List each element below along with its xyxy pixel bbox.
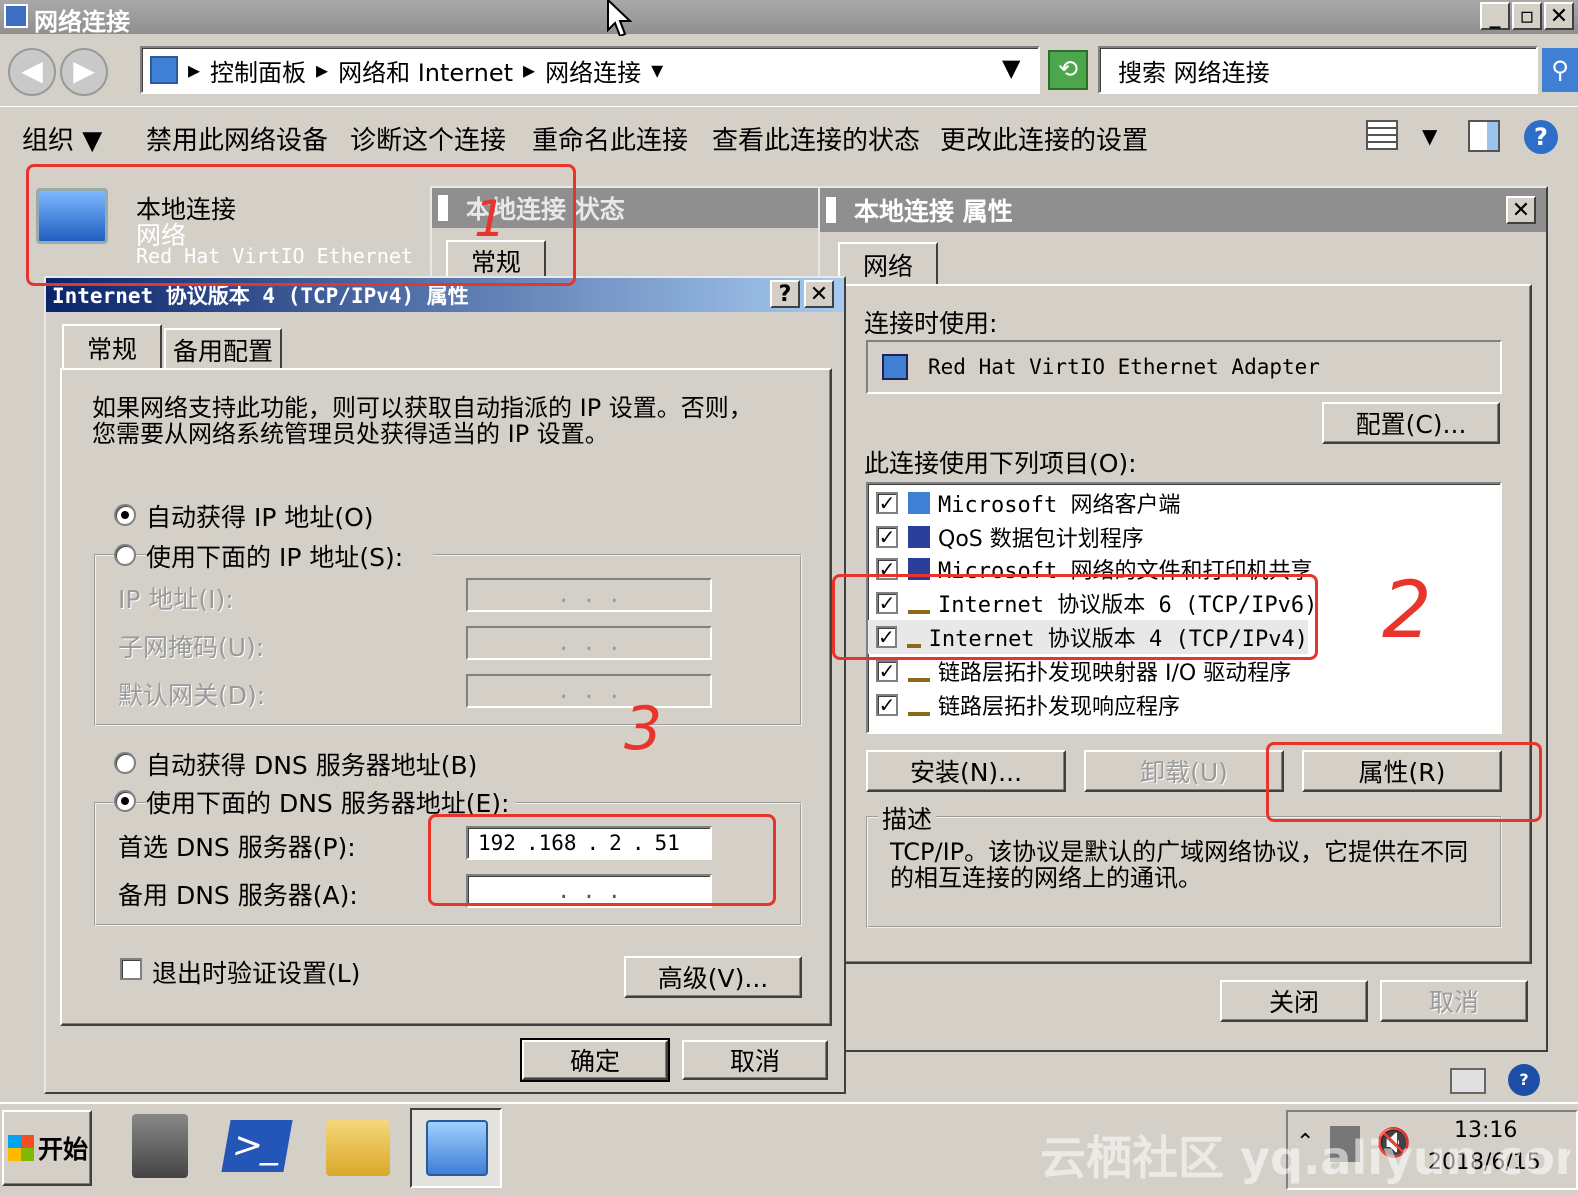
tab-network[interactable]: 网络 [838, 242, 938, 286]
search-icon[interactable]: ⚲ [1542, 48, 1578, 92]
advanced-button[interactable]: 高级(V)... [624, 956, 802, 998]
intro-line-2: 您需要从网络系统管理员处获得适当的 IP 设置。 [92, 420, 609, 448]
annotation-box-dns [428, 814, 776, 906]
qos-service-icon [908, 526, 930, 548]
properties-dialog-icon [826, 197, 836, 223]
auto-ip-radio[interactable] [114, 504, 136, 526]
auto-dns-radio[interactable] [114, 752, 136, 774]
explorer-titlebar: 网络连接 _ ▫ ✕ [0, 0, 1578, 36]
back-button[interactable]: ◀ [8, 48, 56, 96]
configure-button[interactable]: 配置(C)... [1322, 402, 1500, 444]
keyboard-icon[interactable] [1450, 1068, 1486, 1094]
help-button[interactable]: ? [770, 280, 800, 308]
description-line-2: 的相互连接的网络上的通讯。 [890, 864, 1202, 892]
protocol-icon [908, 694, 930, 716]
powershell-icon[interactable]: >_ [221, 1120, 293, 1172]
manual-ip-radio[interactable] [114, 544, 136, 566]
ip-address-field[interactable]: . . . [466, 578, 712, 612]
windows-logo-icon [8, 1135, 34, 1161]
rename-button[interactable]: 重命名此连接 [532, 120, 688, 157]
help-circle-icon[interactable]: ? [1508, 1064, 1540, 1096]
manual-dns-radio[interactable] [114, 790, 136, 812]
auto-ip-label[interactable]: 自动获得 IP 地址(O) [146, 498, 374, 534]
item-checkbox[interactable]: ✓ [876, 660, 898, 682]
install-button[interactable]: 安装(N)... [866, 750, 1066, 792]
item-checkbox[interactable]: ✓ [876, 694, 898, 716]
adapter-field: Red Hat VirtIO Ethernet Adapter [866, 340, 1502, 394]
ok-button[interactable]: 确定 [520, 1038, 670, 1082]
forward-button[interactable]: ▶ [60, 48, 108, 96]
properties-titlebar: 本地连接 属性 [820, 188, 1546, 232]
auto-dns-label[interactable]: 自动获得 DNS 服务器地址(B) [146, 746, 477, 782]
watermark-text: 云栖社区 yq.aliyun.com [1040, 1131, 1570, 1185]
window-title: 网络连接 [34, 8, 130, 36]
start-button[interactable]: 开始 [2, 1110, 92, 1186]
minimize-button[interactable]: _ [1480, 2, 1510, 30]
view-status-button[interactable]: 查看此连接的状态 [712, 120, 920, 157]
annotation-label-3: 3 [624, 694, 663, 764]
network-panel-icon [426, 1120, 488, 1176]
validate-checkbox[interactable] [120, 958, 142, 980]
annotation-box-2 [832, 574, 1318, 660]
gateway-label: 默认网关(D): [118, 681, 266, 710]
diagnose-button[interactable]: 诊断这个连接 [350, 120, 506, 157]
file-explorer-icon[interactable] [326, 1120, 390, 1176]
annotation-box-properties [1266, 742, 1542, 822]
ipv4-dialog: Internet 协议版本 4 (TCP/IPv4) 属性 ? ✕ 常规 备用配… [44, 276, 846, 1094]
breadcrumb-network-internet[interactable]: 网络和 Internet [338, 53, 513, 88]
ip-address-label: IP 地址(I): [118, 585, 234, 614]
preview-pane-icon[interactable] [1468, 120, 1500, 152]
subnet-mask-label: 子网掩码(U): [118, 633, 265, 662]
change-settings-button[interactable]: 更改此连接的设置 [940, 120, 1148, 157]
tab-alternate-config[interactable]: 备用配置 [164, 328, 282, 370]
control-panel-icon [150, 56, 178, 84]
network-folder-icon [4, 4, 28, 28]
gateway-field[interactable]: . . . [466, 674, 712, 708]
disable-device-button[interactable]: 禁用此网络设备 [146, 120, 328, 157]
ipv4-close-x[interactable]: ✕ [804, 280, 834, 308]
close-window-button[interactable]: ✕ [1544, 2, 1574, 30]
subnet-mask-field[interactable]: . . . [466, 626, 712, 660]
server-manager-icon[interactable] [132, 1114, 188, 1178]
annotation-label-2: 2 [1382, 566, 1432, 656]
breadcrumb-network-connections[interactable]: 网络连接 [545, 53, 641, 88]
item-checkbox[interactable]: ✓ [876, 492, 898, 514]
items-label: 此连接使用下列项目(O): [864, 449, 1137, 478]
connect-using-label: 连接时使用: [864, 309, 998, 338]
manual-ip-label[interactable]: 使用下面的 IP 地址(S): [146, 538, 434, 574]
network-client-icon [908, 492, 930, 514]
address-row: ◀ ▶ ▸ 控制面板 ▸ 网络和 Internet ▸ 网络连接 ▾ ▼ ⟲ 搜… [0, 36, 1578, 106]
protocol-icon [908, 660, 930, 682]
address-bar[interactable]: ▸ 控制面板 ▸ 网络和 Internet ▸ 网络连接 ▾ ▼ [140, 46, 1040, 94]
list-item[interactable]: ✓ Microsoft 网络客户端 [868, 486, 1180, 520]
annotation-label-1: 1 [474, 190, 506, 248]
description-label: 描述 [878, 800, 937, 836]
uninstall-button[interactable]: 卸载(U) [1084, 750, 1284, 792]
breadcrumb-control-panel[interactable]: 控制面板 [210, 53, 306, 88]
properties-close-button[interactable]: 关闭 [1220, 980, 1368, 1022]
maximize-button[interactable]: ▫ [1512, 2, 1542, 30]
list-item[interactable]: ✓ 链路层拓扑发现响应程序 [868, 688, 1180, 722]
preferred-dns-label: 首选 DNS 服务器(P): [118, 833, 356, 862]
ipv4-cancel-button[interactable]: 取消 [682, 1040, 828, 1080]
validate-label[interactable]: 退出时验证设置(L) [152, 954, 360, 990]
refresh-button[interactable]: ⟲ [1048, 50, 1088, 90]
network-connections-task[interactable] [410, 1108, 502, 1188]
organize-menu[interactable]: 组织 ▼ [22, 120, 102, 157]
adapter-icon [882, 354, 908, 380]
help-icon[interactable]: ? [1524, 120, 1558, 154]
properties-cancel-button[interactable]: 取消 [1380, 980, 1528, 1022]
address-dropdown-icon[interactable]: ▼ [1002, 54, 1020, 82]
mouse-cursor-icon [607, 0, 632, 38]
item-checkbox[interactable]: ✓ [876, 526, 898, 548]
tab-general[interactable]: 常规 [62, 324, 162, 370]
alternate-dns-label: 备用 DNS 服务器(A): [118, 881, 358, 910]
search-input[interactable]: 搜索 网络连接 [1098, 46, 1538, 94]
view-options-icon[interactable] [1366, 120, 1398, 150]
view-dropdown-icon[interactable]: ▼ [1422, 124, 1437, 148]
properties-close-x[interactable]: ✕ [1506, 196, 1536, 224]
list-item[interactable]: ✓ QoS 数据包计划程序 [868, 520, 1144, 554]
